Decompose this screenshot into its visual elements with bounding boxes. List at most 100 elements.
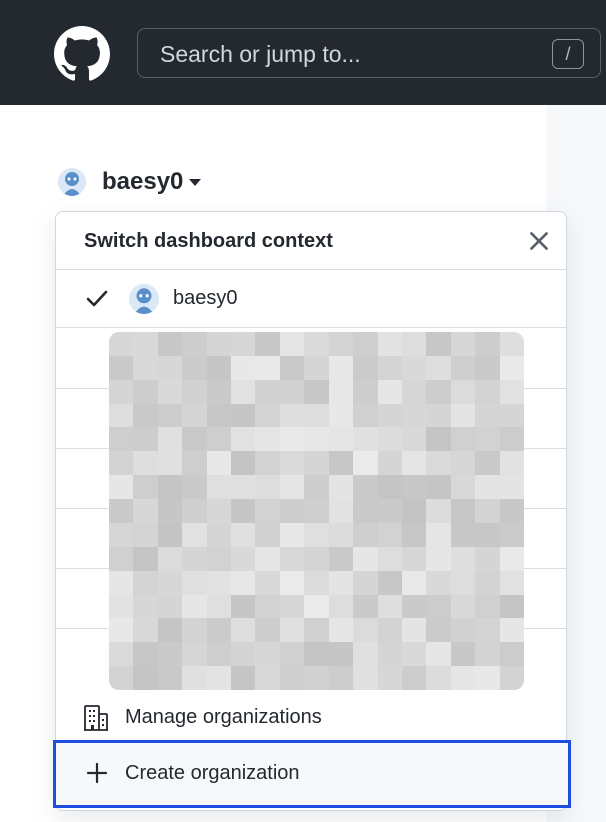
top-header: Search or jump to... / xyxy=(0,0,606,105)
redaction-tile xyxy=(499,379,524,404)
redaction-tile xyxy=(304,618,329,643)
redaction-tile xyxy=(157,451,183,476)
redaction-tile xyxy=(426,499,451,523)
redaction-tile xyxy=(109,379,134,404)
redaction-tile xyxy=(231,546,256,571)
redaction-tile xyxy=(304,475,329,500)
redaction-tile xyxy=(450,355,476,380)
redaction-tile xyxy=(279,546,305,571)
redaction-tile xyxy=(182,355,207,380)
search-input[interactable]: Search or jump to... / xyxy=(137,28,601,78)
manage-organizations-link[interactable]: Manage organizations xyxy=(56,696,566,744)
redaction-tile xyxy=(157,355,183,380)
redaction-tile xyxy=(255,666,280,690)
redaction-tile xyxy=(182,570,207,595)
redaction-tile xyxy=(157,332,183,356)
github-logo-icon[interactable] xyxy=(54,26,110,82)
redaction-tile xyxy=(279,642,305,667)
redaction-tile xyxy=(304,666,329,690)
redaction-tile xyxy=(182,642,207,667)
redaction-tile xyxy=(279,355,305,380)
redaction-tile xyxy=(157,427,183,452)
redaction-tile xyxy=(377,642,402,667)
redaction-tile xyxy=(499,666,524,690)
close-icon[interactable] xyxy=(526,228,552,254)
redaction-tile xyxy=(182,475,207,500)
redaction-tile xyxy=(377,499,402,523)
redacted-organization-list xyxy=(109,332,524,690)
redaction-tile xyxy=(499,546,524,571)
redaction-tile xyxy=(109,642,134,667)
context-switcher-button[interactable]: baesy0 xyxy=(58,166,202,198)
redaction-tile xyxy=(133,522,158,547)
redaction-tile xyxy=(109,427,134,452)
redaction-tile xyxy=(109,332,134,356)
redaction-tile xyxy=(426,379,451,404)
redaction-tile xyxy=(206,475,232,500)
redaction-tile xyxy=(231,403,256,428)
redaction-tile xyxy=(182,427,207,452)
create-organization-label: Create organization xyxy=(125,762,300,784)
redaction-tile xyxy=(182,403,207,428)
redaction-tile xyxy=(231,666,256,690)
redaction-tile xyxy=(499,594,524,619)
redaction-tile xyxy=(377,546,402,571)
redaction-tile xyxy=(426,403,451,428)
redaction-tile xyxy=(279,594,305,619)
redaction-tile xyxy=(109,618,134,643)
dropdown-title: Switch dashboard context xyxy=(84,230,333,252)
redaction-tile xyxy=(401,379,427,404)
redaction-tile xyxy=(328,642,354,667)
redaction-tile xyxy=(401,451,427,476)
redaction-tile xyxy=(426,570,451,595)
redaction-tile xyxy=(133,546,158,571)
redaction-tile xyxy=(475,618,500,643)
redaction-tile xyxy=(304,594,329,619)
redaction-tile xyxy=(450,570,476,595)
redaction-tile xyxy=(109,451,134,476)
redaction-tile xyxy=(353,403,378,428)
redaction-tile xyxy=(377,666,402,690)
redaction-tile xyxy=(499,427,524,452)
redaction-tile xyxy=(401,499,427,523)
redaction-tile xyxy=(377,427,402,452)
redaction-tile xyxy=(475,332,500,356)
redaction-tile xyxy=(255,570,280,595)
redaction-tile xyxy=(401,666,427,690)
redaction-tile xyxy=(426,618,451,643)
create-organization-button[interactable]: Create organization xyxy=(53,740,571,808)
redaction-tile xyxy=(231,642,256,667)
context-item-user[interactable]: baesy0 xyxy=(56,270,566,328)
redaction-tile xyxy=(109,403,134,428)
redaction-tile xyxy=(231,594,256,619)
redaction-tile xyxy=(426,666,451,690)
redaction-tile xyxy=(475,522,500,547)
redaction-tile xyxy=(231,427,256,452)
redaction-tile xyxy=(133,379,158,404)
redaction-tile xyxy=(157,475,183,500)
redaction-tile xyxy=(206,570,232,595)
avatar xyxy=(58,168,86,196)
redaction-tile xyxy=(353,546,378,571)
redaction-tile xyxy=(255,451,280,476)
redaction-tile xyxy=(133,355,158,380)
redaction-tile xyxy=(304,355,329,380)
redaction-tile xyxy=(426,546,451,571)
redaction-tile xyxy=(304,427,329,452)
redaction-tile xyxy=(133,618,158,643)
redaction-tile xyxy=(133,499,158,523)
redaction-tile xyxy=(304,522,329,547)
redaction-tile xyxy=(279,427,305,452)
redaction-tile xyxy=(377,379,402,404)
redaction-tile xyxy=(255,355,280,380)
redaction-tile xyxy=(133,403,158,428)
redaction-tile xyxy=(377,594,402,619)
redaction-tile xyxy=(401,355,427,380)
redaction-tile xyxy=(377,475,402,500)
redaction-tile xyxy=(450,451,476,476)
redaction-tile xyxy=(157,594,183,619)
search-placeholder: Search or jump to... xyxy=(160,41,361,67)
redaction-tile xyxy=(304,332,329,356)
redaction-tile xyxy=(182,499,207,523)
redaction-tile xyxy=(353,499,378,523)
